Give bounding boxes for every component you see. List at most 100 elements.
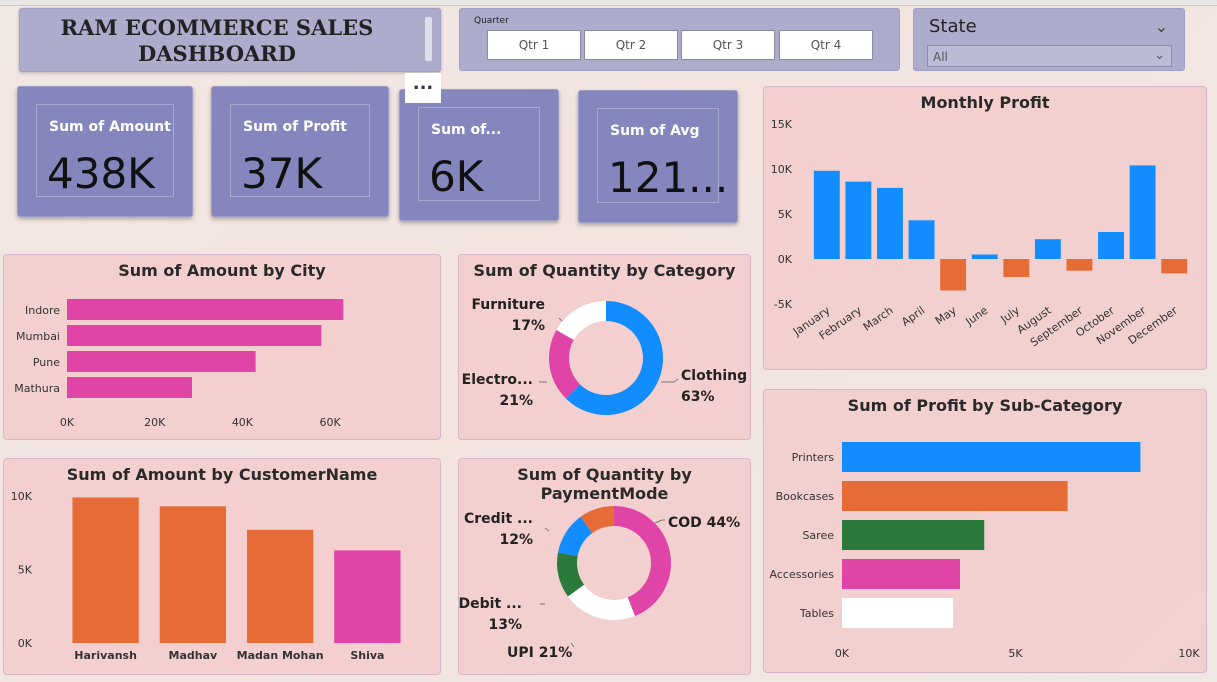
bar [67, 351, 256, 372]
panel-quantity-by-payment: Sum of Quantity by PaymentMode COD 44% UP… [458, 458, 751, 675]
tick-label: 0K [778, 253, 793, 266]
slice-label: UPI 21% [507, 645, 572, 661]
category-label: Accessories [770, 568, 835, 581]
bar [1034, 239, 1061, 259]
slice-pct: 13% [488, 617, 522, 633]
kpi-frame: Sum of Profit 37K [230, 104, 370, 198]
category-label: Bookcases [776, 490, 835, 503]
category-label: May [933, 304, 959, 328]
chevron-down-icon[interactable]: ⌄ [1155, 17, 1168, 36]
bar [246, 529, 314, 643]
tick-label: 0K [835, 647, 850, 660]
category-label: Printers [792, 451, 835, 464]
panel-amount-by-customer: Sum of Amount by CustomerName 0K 5K 10K Har… [3, 458, 441, 675]
bar [334, 550, 401, 643]
slice-name: Furniture [471, 297, 545, 313]
kpi-card-quantity: Sum of... 6K [399, 89, 559, 221]
kpi-label: Sum of Profit [243, 119, 347, 135]
donut-slice [567, 584, 635, 620]
donut-slice [549, 330, 581, 399]
bar [1066, 259, 1093, 271]
tick-label: 10K [771, 163, 793, 176]
bar [971, 254, 998, 259]
page-title: RAM ECOMMERCE SALES DASHBOARD [20, 15, 414, 67]
kpi-value: 438K [47, 149, 155, 198]
tick-label: 5K [18, 564, 33, 577]
panel-quantity-by-category: Sum of Quantity by Category Clothing 63% E… [458, 254, 751, 440]
quarter-button-q4[interactable]: Qtr 4 [779, 30, 873, 60]
quarter-slicer-label: Quarter [474, 16, 509, 26]
leader-line [661, 378, 679, 383]
tick-label: 15K [771, 118, 793, 131]
category-label: Pune [33, 356, 60, 369]
bar [842, 442, 1141, 472]
chart-amount-by-city: Indore Mumbai Pune Mathura 0K 20K 40K 60K [14, 299, 344, 429]
tick-label: -5K [774, 298, 793, 311]
kpi-label: Sum of... [431, 122, 502, 138]
category-label: Harivansh [74, 649, 137, 662]
category-label: Madhav [169, 649, 218, 662]
more-options-icon[interactable]: ... [405, 73, 441, 103]
chart-monthly-profit: -5K0K5K10K15KJanuaryFebruaryMarch April Ma… [771, 118, 1188, 349]
bar [908, 220, 935, 259]
slice-pct: 63% [681, 389, 715, 405]
bar [159, 506, 227, 643]
dashboard-title-box: RAM ECOMMERCE SALES DASHBOARD [19, 8, 441, 72]
quarter-slicer: Quarter Qtr 1 Qtr 2 Qtr 3 Qtr 4 [459, 8, 900, 71]
bar [1098, 232, 1124, 259]
dropdown-chevron-icon: ⌄ [1154, 48, 1165, 63]
quarter-button-q3[interactable]: Qtr 3 [681, 30, 775, 60]
category-label: Indore [25, 304, 60, 317]
kpi-value: 121... [608, 153, 729, 202]
tick-label: 10K [1178, 647, 1200, 660]
leader-line [544, 527, 550, 532]
category-label: Tables [799, 607, 834, 620]
state-dropdown[interactable]: All ⌄ [927, 45, 1172, 67]
bar [1129, 165, 1156, 259]
chart-quantity-by-payment: COD 44% UPI 21% Debit ... 13% Credit ... 12% [459, 506, 740, 661]
bar [845, 181, 872, 259]
top-menu-strip [0, 0, 1217, 6]
slice-pct: 12% [499, 532, 533, 548]
leader-line [654, 519, 665, 524]
bar [842, 481, 1068, 511]
page-title-line1: RAM ECOMMERCE SALES [60, 15, 374, 40]
category-label: April [899, 304, 927, 329]
title-scrollbar[interactable] [425, 17, 432, 61]
bar [842, 520, 985, 550]
tick-label: 5K [1008, 647, 1023, 660]
bar [842, 598, 954, 628]
kpi-value: 6K [429, 152, 484, 201]
tick-label: 0K [18, 637, 33, 650]
kpi-value: 37K [241, 149, 322, 198]
slice-pct: 17% [511, 318, 545, 334]
bar [877, 187, 903, 259]
slice-name: Clothing [681, 368, 747, 384]
category-label: Madan Mohan [237, 649, 324, 662]
kpi-frame: Sum of Amount 438K [36, 104, 174, 198]
state-slicer-label: State [929, 16, 977, 37]
bar [67, 325, 322, 346]
category-label: Shiva [350, 649, 384, 662]
panel-monthly-profit: Monthly Profit -5K 0K 5K 10K 15K January Febru… [763, 86, 1207, 370]
bar [1003, 259, 1030, 277]
category-label: Mumbai [16, 330, 60, 343]
quarter-button-q2[interactable]: Qtr 2 [584, 30, 678, 60]
bar [72, 497, 139, 643]
slice-name: Debit ... [459, 596, 522, 612]
kpi-card-profit: Sum of Profit 37K [211, 86, 389, 217]
category-label: March [861, 304, 896, 334]
bar [842, 559, 960, 589]
kpi-label: Sum of Amount [49, 119, 171, 135]
chart-quantity-by-category: Clothing 63% Electro... 21% Furniture 17% [462, 297, 747, 415]
state-slicer: State ⌄ All ⌄ [913, 8, 1185, 71]
bar [1161, 259, 1188, 274]
kpi-card-amount: Sum of Amount 438K [17, 86, 193, 217]
kpi-frame: Sum of... 6K [418, 107, 540, 201]
tick-label: 20K [144, 416, 166, 429]
quarter-button-q1[interactable]: Qtr 1 [487, 30, 581, 60]
kpi-card-avg: Sum of Avg 121... [578, 90, 738, 223]
kpi-frame: Sum of Avg 121... [597, 108, 728, 203]
chart-amount-by-customer: 0K 5K 10K Harivansh Madhav Madan Mohan Shiva [11, 490, 401, 662]
panel-profit-by-subcategory: Sum of Profit by Sub-Category Printers Bo… [763, 389, 1207, 673]
